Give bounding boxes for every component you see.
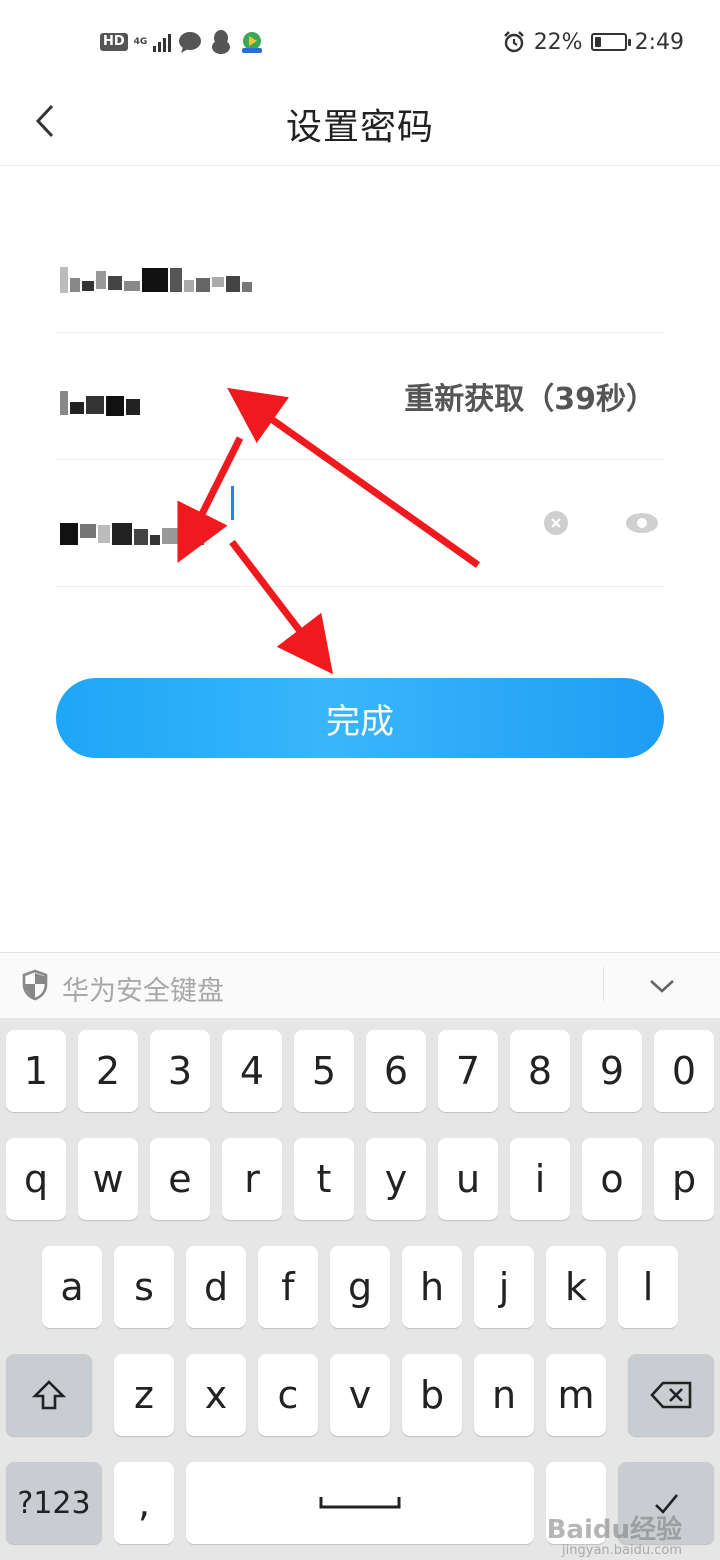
key-k[interactable]: k — [546, 1246, 606, 1328]
keyboard-toolbar: 华为安全键盘 — [0, 952, 720, 1018]
shift-arrow-icon — [31, 1380, 67, 1410]
password-field[interactable] — [56, 460, 664, 587]
backspace-icon — [650, 1381, 692, 1409]
key-w[interactable]: w — [78, 1138, 138, 1220]
app-header: 设置密码 — [0, 84, 720, 166]
key-p[interactable]: p — [654, 1138, 714, 1220]
battery-icon — [590, 33, 631, 51]
key-a[interactable]: a — [42, 1246, 102, 1328]
video-app-icon — [242, 32, 263, 53]
key-q[interactable]: q — [6, 1138, 66, 1220]
chat-bubble-icon — [179, 32, 202, 53]
key-c[interactable]: c — [258, 1354, 318, 1436]
clock: 2:49 — [634, 29, 684, 55]
verification-code-masked — [60, 389, 140, 417]
battery-percent: 22% — [533, 29, 583, 55]
hd-badge: HD — [100, 33, 128, 51]
eye-icon — [626, 513, 658, 533]
key-g[interactable]: g — [330, 1246, 390, 1328]
baidu-watermark-url: jingyan.baidu.com — [562, 1543, 682, 1558]
status-left-icons: HD 4G — [100, 28, 265, 56]
status-right-icons: 22% 2:49 — [502, 26, 684, 58]
key-i[interactable]: i — [510, 1138, 570, 1220]
key-u[interactable]: u — [438, 1138, 498, 1220]
toolbar-divider — [603, 967, 604, 1001]
key-b[interactable]: b — [402, 1354, 462, 1436]
verification-code-field[interactable]: 重新获取（39秒） — [56, 333, 664, 460]
backspace-key[interactable] — [628, 1354, 714, 1436]
show-password-eye-icon[interactable] — [624, 511, 660, 535]
comma-key[interactable]: , — [114, 1462, 174, 1544]
network-type: 4G — [133, 37, 148, 47]
key-f[interactable]: f — [258, 1246, 318, 1328]
key-j[interactable]: j — [474, 1246, 534, 1328]
resend-code-button[interactable]: 重新获取（39秒） — [404, 374, 656, 418]
qq-penguin-icon — [212, 30, 231, 54]
key-y[interactable]: y — [366, 1138, 426, 1220]
key-s[interactable]: s — [114, 1246, 174, 1328]
key-z[interactable]: z — [114, 1354, 174, 1436]
text-caret — [231, 486, 234, 520]
page-title: 设置密码 — [285, 107, 434, 148]
key-7[interactable]: 7 — [438, 1030, 498, 1112]
key-5[interactable]: 5 — [294, 1030, 354, 1112]
key-0[interactable]: 0 — [654, 1030, 714, 1112]
phone-number-masked — [60, 266, 252, 294]
collapse-keyboard-button[interactable] — [646, 971, 678, 1001]
status-bar: HD 4G 22% 2:49 — [0, 0, 720, 84]
space-key[interactable] — [186, 1462, 534, 1544]
symbols-key[interactable]: ?123 — [6, 1462, 102, 1544]
key-x[interactable]: x — [186, 1354, 246, 1436]
clear-input-icon[interactable] — [544, 511, 568, 535]
phone-number-field[interactable] — [56, 220, 664, 333]
key-v[interactable]: v — [330, 1354, 390, 1436]
close-icon — [551, 518, 561, 528]
keyboard: ?123 , Baidu经验 jingyan.baidu.com 1234567… — [0, 1018, 720, 1560]
key-r[interactable]: r — [222, 1138, 282, 1220]
password-masked — [60, 520, 204, 548]
key-6[interactable]: 6 — [366, 1030, 426, 1112]
key-1[interactable]: 1 — [6, 1030, 66, 1112]
key-e[interactable]: e — [150, 1138, 210, 1220]
baidu-watermark: Baidu经验 — [546, 1515, 682, 1545]
alarm-icon — [503, 31, 524, 53]
key-3[interactable]: 3 — [150, 1030, 210, 1112]
keyboard-title: 华为安全键盘 — [62, 976, 224, 1007]
chevron-down-icon — [650, 980, 674, 993]
key-o[interactable]: o — [582, 1138, 642, 1220]
shield-icon — [22, 969, 48, 1001]
key-m[interactable]: m — [546, 1354, 606, 1436]
key-h[interactable]: h — [402, 1246, 462, 1328]
key-l[interactable]: l — [618, 1246, 678, 1328]
shift-key[interactable] — [6, 1354, 92, 1436]
key-2[interactable]: 2 — [78, 1030, 138, 1112]
done-button[interactable]: 完成 — [56, 678, 664, 758]
key-9[interactable]: 9 — [582, 1030, 642, 1112]
space-bar-icon — [319, 1497, 401, 1509]
key-t[interactable]: t — [294, 1138, 354, 1220]
key-d[interactable]: d — [186, 1246, 246, 1328]
key-n[interactable]: n — [474, 1354, 534, 1436]
battery-fill — [594, 37, 601, 47]
key-4[interactable]: 4 — [222, 1030, 282, 1112]
key-8[interactable]: 8 — [510, 1030, 570, 1112]
signal-icon — [153, 32, 172, 52]
